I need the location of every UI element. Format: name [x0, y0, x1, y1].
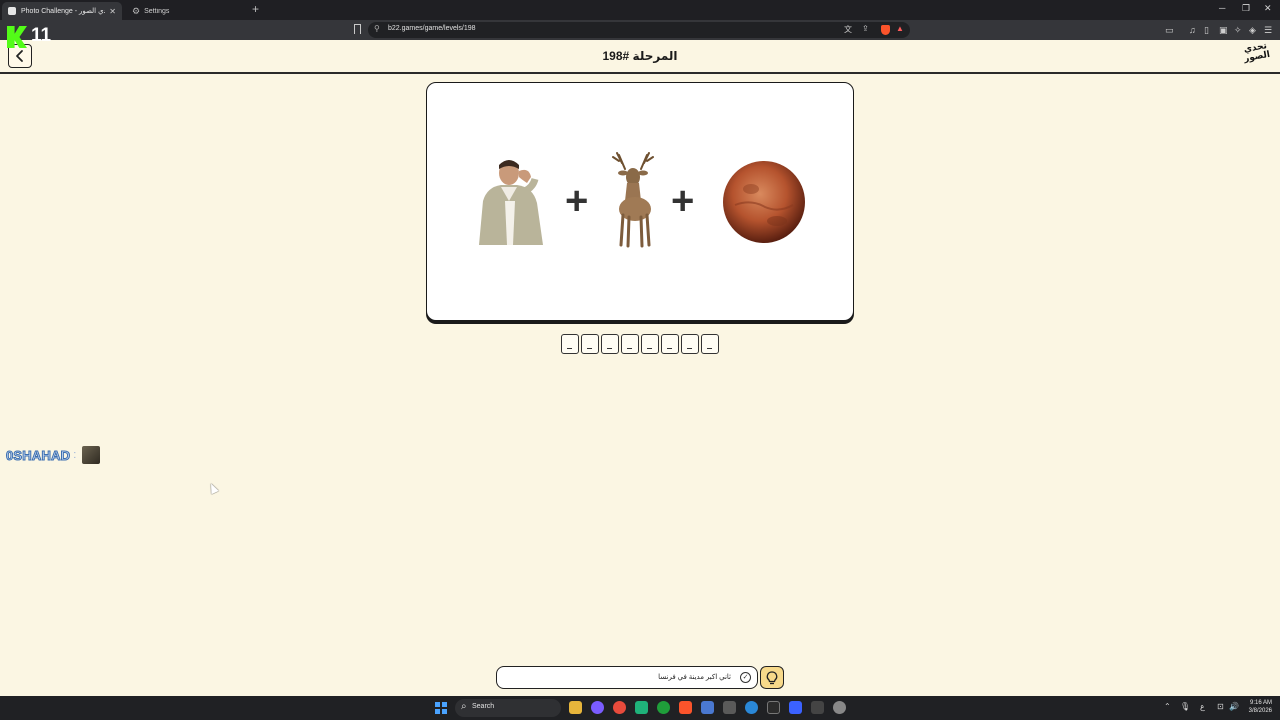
brave-icon[interactable]: [679, 701, 692, 714]
answer-letter-box[interactable]: [641, 334, 659, 354]
translate-icon[interactable]: 文: [844, 24, 852, 35]
check-circle-icon: ✓: [740, 672, 751, 683]
page-header: المرحلة #198 تحدي الصور: [0, 40, 1280, 74]
answer-letter-box[interactable]: [581, 334, 599, 354]
store-icon[interactable]: [723, 701, 736, 714]
close-window-icon[interactable]: ✕: [1264, 3, 1272, 14]
answer-letter-box[interactable]: [661, 334, 679, 354]
tab-title: Photo Challenge - لعبة تحدي الصور: [21, 8, 105, 15]
hint-button[interactable]: [760, 666, 784, 689]
clock-time: 9:16 AM: [1249, 700, 1272, 706]
viewer-tag: 0SHAHAD :: [5, 446, 101, 464]
answer-letter-box[interactable]: [621, 334, 639, 354]
mouse-cursor-icon: [207, 481, 219, 495]
hint-text: ثاني اكبر مدينة في فرنسا: [658, 674, 731, 681]
language-indicator[interactable]: ع: [1200, 702, 1205, 711]
chrome-icon[interactable]: [613, 701, 626, 714]
site-favicon-icon: [8, 7, 16, 15]
viewer-separator: :: [73, 449, 77, 461]
chevron-left-icon: [16, 50, 23, 62]
game-logo[interactable]: تحدي الصور: [1238, 40, 1276, 73]
answer-letter-box[interactable]: [561, 334, 579, 354]
microphone-icon[interactable]: 🎙: [1180, 702, 1190, 711]
wallet-icon[interactable]: ▣: [1219, 25, 1228, 36]
address-bar[interactable]: ⚲ b22.games/game/levels/198 文 ⇪ ▲: [368, 22, 910, 38]
taskbar-search[interactable]: ⌕ Search: [455, 699, 561, 717]
media-icon[interactable]: ♫: [1189, 25, 1196, 35]
windows-start-icon[interactable]: [435, 702, 447, 714]
puzzle-card: + +: [426, 82, 854, 321]
defender-icon[interactable]: [701, 701, 714, 714]
level-title: المرحلة #198: [602, 49, 678, 63]
discord-icon[interactable]: [789, 701, 802, 714]
brave-shield-icon[interactable]: [881, 25, 890, 35]
answer-letter-box[interactable]: [701, 334, 719, 354]
reader-icon[interactable]: ▯: [1204, 25, 1209, 36]
url-text: b22.games/game/levels/198: [388, 25, 476, 32]
stream-counter: 11: [31, 25, 52, 46]
plus-operator: +: [565, 179, 589, 223]
windows-taskbar: ⌕ Search ⌃ 🎙 ع ⊡ 🔊 9:16 AM 3/8/2026: [0, 696, 1280, 720]
clock-date: 3/8/2026: [1248, 708, 1272, 714]
volume-icon[interactable]: 🔊: [1229, 702, 1239, 711]
deer-picture: [612, 152, 654, 248]
app-icon[interactable]: [811, 701, 824, 714]
bookmark-icon[interactable]: [354, 24, 361, 34]
edge-icon[interactable]: [745, 701, 758, 714]
chevron-up-icon[interactable]: ⌃: [1164, 702, 1171, 711]
viewer-name: 0SHAHAD: [5, 447, 71, 463]
network-icon[interactable]: ⊡: [1217, 702, 1224, 711]
answer-letter-box[interactable]: [681, 334, 699, 354]
app-icon[interactable]: [635, 701, 648, 714]
answer-letter-boxes: [561, 334, 719, 354]
vpn-icon[interactable]: ◈: [1249, 25, 1256, 36]
sidebar-icon[interactable]: ▭: [1165, 25, 1174, 36]
stream-overlay: 11: [4, 25, 58, 49]
copilot-icon[interactable]: [591, 701, 604, 714]
restore-icon[interactable]: ❐: [1242, 3, 1250, 14]
menu-icon[interactable]: ☰: [1264, 25, 1272, 36]
shouting-man-picture: [479, 160, 543, 245]
answer-letter-box[interactable]: [601, 334, 619, 354]
avatar: [82, 446, 101, 464]
plus-operator: +: [671, 179, 695, 223]
close-tab-icon[interactable]: ✕: [109, 7, 116, 16]
site-settings-icon[interactable]: ⚲: [374, 24, 380, 33]
tab-settings[interactable]: ⚙ Settings: [126, 2, 250, 20]
new-tab-button[interactable]: +: [252, 2, 259, 16]
epic-games-icon[interactable]: [767, 701, 780, 714]
browser-tab-bar: Photo Challenge - لعبة تحدي الصور ✕ ⚙ Se…: [0, 0, 1280, 20]
kick-logo-icon: [7, 26, 27, 48]
mars-planet-picture: [723, 161, 805, 243]
settings-gear-icon[interactable]: [833, 701, 846, 714]
file-explorer-icon[interactable]: [569, 701, 582, 714]
share-icon[interactable]: ⇪: [862, 24, 869, 33]
minimize-icon[interactable]: ─: [1219, 3, 1225, 13]
gear-icon: ⚙: [132, 5, 141, 16]
extensions-icon[interactable]: ✧: [1234, 25, 1242, 36]
search-icon: ⌕: [461, 701, 467, 712]
tab-title: Settings: [144, 7, 170, 15]
system-clock[interactable]: 9:16 AM 3/8/2026: [1240, 699, 1272, 715]
hint-bar: ثاني اكبر مدينة في فرنسا ✓: [496, 666, 758, 689]
brave-rewards-icon[interactable]: ▲: [896, 24, 904, 33]
tab-photo-challenge[interactable]: Photo Challenge - لعبة تحدي الصور ✕: [2, 2, 122, 20]
lightbulb-icon: [766, 670, 778, 684]
taskbar-search-label: Search: [472, 703, 495, 710]
xbox-icon[interactable]: [657, 701, 670, 714]
